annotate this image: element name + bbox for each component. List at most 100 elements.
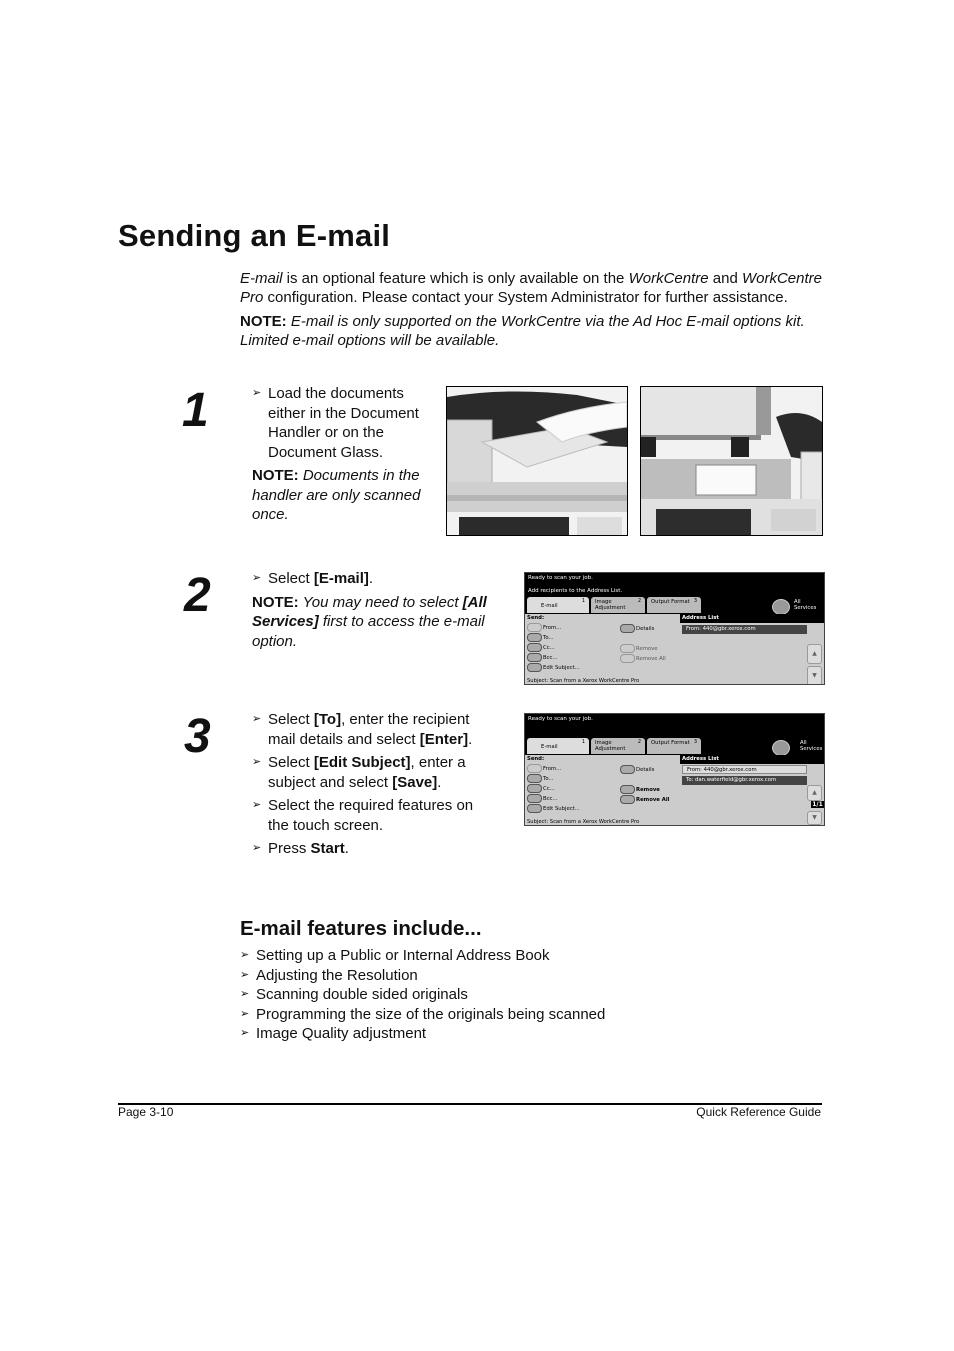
remove-all-button[interactable]: Remove All bbox=[620, 795, 669, 804]
bullet-bold: [Save] bbox=[392, 773, 438, 791]
bcc-button[interactable]: Bcc... bbox=[527, 653, 558, 662]
bullet-text: . bbox=[437, 773, 442, 791]
features-list: ➢ Setting up a Public or Internal Address… bbox=[240, 946, 605, 1044]
tab-image-adjustment[interactable]: Image Adjustment 2 bbox=[591, 597, 645, 613]
bullet-text: Select bbox=[268, 711, 314, 728]
address-list-panel: Address List From: 440@gbr.xerox.com ▲ ▼ bbox=[680, 614, 824, 684]
subject-text: Subject: Scan from a Xerox WorkCentre Pr… bbox=[527, 819, 640, 825]
page-title: Sending an E-mail bbox=[118, 218, 391, 253]
all-services-icon[interactable] bbox=[772, 740, 790, 756]
button-pill-icon bbox=[527, 764, 542, 773]
button-label: To... bbox=[543, 635, 554, 641]
scroll-up-button[interactable]: ▲ bbox=[807, 785, 822, 801]
address-entry[interactable]: From: 440@gbr.xerox.com bbox=[682, 765, 807, 774]
button-pill-icon bbox=[527, 804, 542, 813]
note-text: E-mail is only supported on the WorkCent… bbox=[240, 313, 805, 349]
to-button[interactable]: To... bbox=[527, 774, 554, 783]
screen-body: Send: From... To... Cc... Bcc... Edit Su… bbox=[525, 755, 824, 825]
intro: E-mail is an optional feature which is o… bbox=[240, 269, 830, 355]
tab-label: Image Adjustment bbox=[595, 740, 626, 752]
note-label: NOTE: bbox=[252, 593, 299, 611]
button-label: Cc... bbox=[543, 786, 555, 792]
step-2-text: ➢ Select [E-mail]. NOTE: You may need to … bbox=[252, 569, 507, 651]
to-button[interactable]: To... bbox=[527, 633, 554, 642]
remove-button[interactable]: Remove bbox=[620, 785, 660, 794]
bullet-text: Select the required features on the touc… bbox=[268, 797, 474, 834]
button-label: Remove All bbox=[636, 656, 666, 662]
step-number: 1 bbox=[182, 384, 209, 437]
step-3-text: ➢ Select [To], enter the recipient mail d… bbox=[252, 710, 497, 859]
cc-button[interactable]: Cc... bbox=[527, 784, 555, 793]
tab-output-format[interactable]: Output Format 3 bbox=[647, 738, 701, 754]
remove-all-button[interactable]: Remove All bbox=[620, 654, 666, 663]
page-number: Page 3-10 bbox=[118, 1105, 174, 1119]
button-label: Remove bbox=[636, 787, 660, 793]
subject-text: Subject: Scan from a Xerox WorkCentre Pr… bbox=[527, 678, 640, 684]
bullet-text: . bbox=[468, 730, 473, 748]
button-pill-icon bbox=[527, 623, 542, 632]
tab-number: 3 bbox=[693, 598, 697, 604]
feature-text: Scanning double sided originals bbox=[256, 986, 468, 1003]
button-label: Remove All bbox=[636, 797, 670, 803]
button-pill-icon bbox=[527, 794, 542, 803]
tab-label: Output Format bbox=[651, 740, 690, 746]
button-pill-icon bbox=[620, 654, 635, 663]
all-services-icon[interactable] bbox=[772, 599, 790, 615]
step-1-text: ➢ Load the documents either in the Docume… bbox=[252, 384, 427, 525]
button-label: From... bbox=[543, 766, 562, 772]
touch-screen-address-list: Ready to scan your job. E-mail 1 Image Ad… bbox=[524, 713, 825, 826]
scroll-down-button[interactable]: ▼ bbox=[807, 811, 822, 825]
tab-label: Output Format bbox=[651, 599, 690, 605]
button-label: From... bbox=[543, 625, 562, 631]
tab-image-adjustment[interactable]: Image Adjustment 2 bbox=[591, 738, 645, 754]
bullet-text: Press bbox=[268, 840, 311, 857]
step-bullet: ➢ Press Start. bbox=[252, 839, 497, 859]
bullet-bold: Start bbox=[310, 840, 345, 857]
intro-text: configuration. Please contact your Syste… bbox=[263, 289, 788, 306]
tab-output-format[interactable]: Output Format 3 bbox=[647, 597, 701, 613]
button-label: Details bbox=[636, 626, 655, 632]
button-label: Bcc... bbox=[543, 796, 558, 802]
address-list-title: Address List bbox=[680, 614, 824, 623]
bullet-arrow-icon: ➢ bbox=[252, 387, 262, 399]
tab-number: 1 bbox=[581, 739, 585, 745]
button-pill-icon bbox=[620, 785, 635, 794]
bullet-arrow-icon: ➢ bbox=[240, 949, 250, 961]
bullet-text: Select bbox=[268, 754, 314, 771]
step-number: 3 bbox=[184, 710, 211, 763]
tab-number: 2 bbox=[637, 739, 641, 745]
from-button[interactable]: From... bbox=[527, 764, 561, 773]
from-button[interactable]: From... bbox=[527, 623, 561, 632]
button-pill-icon bbox=[527, 653, 542, 662]
bcc-button[interactable]: Bcc... bbox=[527, 794, 558, 803]
edit-subject-button[interactable]: Edit Subject... bbox=[527, 804, 580, 813]
all-services-button[interactable]: All Services bbox=[800, 740, 824, 752]
tab-email[interactable]: E-mail 1 bbox=[527, 738, 589, 754]
button-pill-icon bbox=[527, 784, 542, 793]
tab-number: 3 bbox=[693, 739, 697, 745]
all-services-button[interactable]: All Services bbox=[794, 599, 822, 611]
step-note: NOTE: You may need to select [All Servic… bbox=[252, 593, 507, 652]
address-entry[interactable]: To: dan.waterfield@gbr.xerox.com bbox=[682, 776, 807, 785]
bullet-text: Select bbox=[268, 570, 314, 587]
details-button[interactable]: Details bbox=[620, 765, 654, 774]
scroll-down-button[interactable]: ▼ bbox=[807, 666, 822, 684]
button-label: Edit Subject... bbox=[543, 806, 580, 812]
bullet-arrow-icon: ➢ bbox=[252, 756, 262, 768]
send-label: Send: bbox=[527, 756, 545, 762]
note-label: NOTE: bbox=[252, 467, 299, 484]
button-label: Remove bbox=[636, 646, 658, 652]
tab-email[interactable]: E-mail 1 bbox=[527, 597, 589, 613]
button-pill-icon bbox=[527, 643, 542, 652]
button-pill-icon bbox=[620, 765, 635, 774]
remove-button[interactable]: Remove bbox=[620, 644, 658, 653]
scroll-up-button[interactable]: ▲ bbox=[807, 644, 822, 664]
button-pill-icon bbox=[527, 633, 542, 642]
address-entry[interactable]: From: 440@gbr.xerox.com bbox=[682, 625, 807, 634]
bullet-arrow-icon: ➢ bbox=[252, 572, 262, 584]
cc-button[interactable]: Cc... bbox=[527, 643, 555, 652]
details-button[interactable]: Details bbox=[620, 624, 654, 633]
step-bullet: ➢ Select [Edit Subject], enter a subject … bbox=[252, 753, 497, 792]
edit-subject-button[interactable]: Edit Subject... bbox=[527, 663, 580, 672]
address-list-title: Address List bbox=[680, 755, 824, 764]
